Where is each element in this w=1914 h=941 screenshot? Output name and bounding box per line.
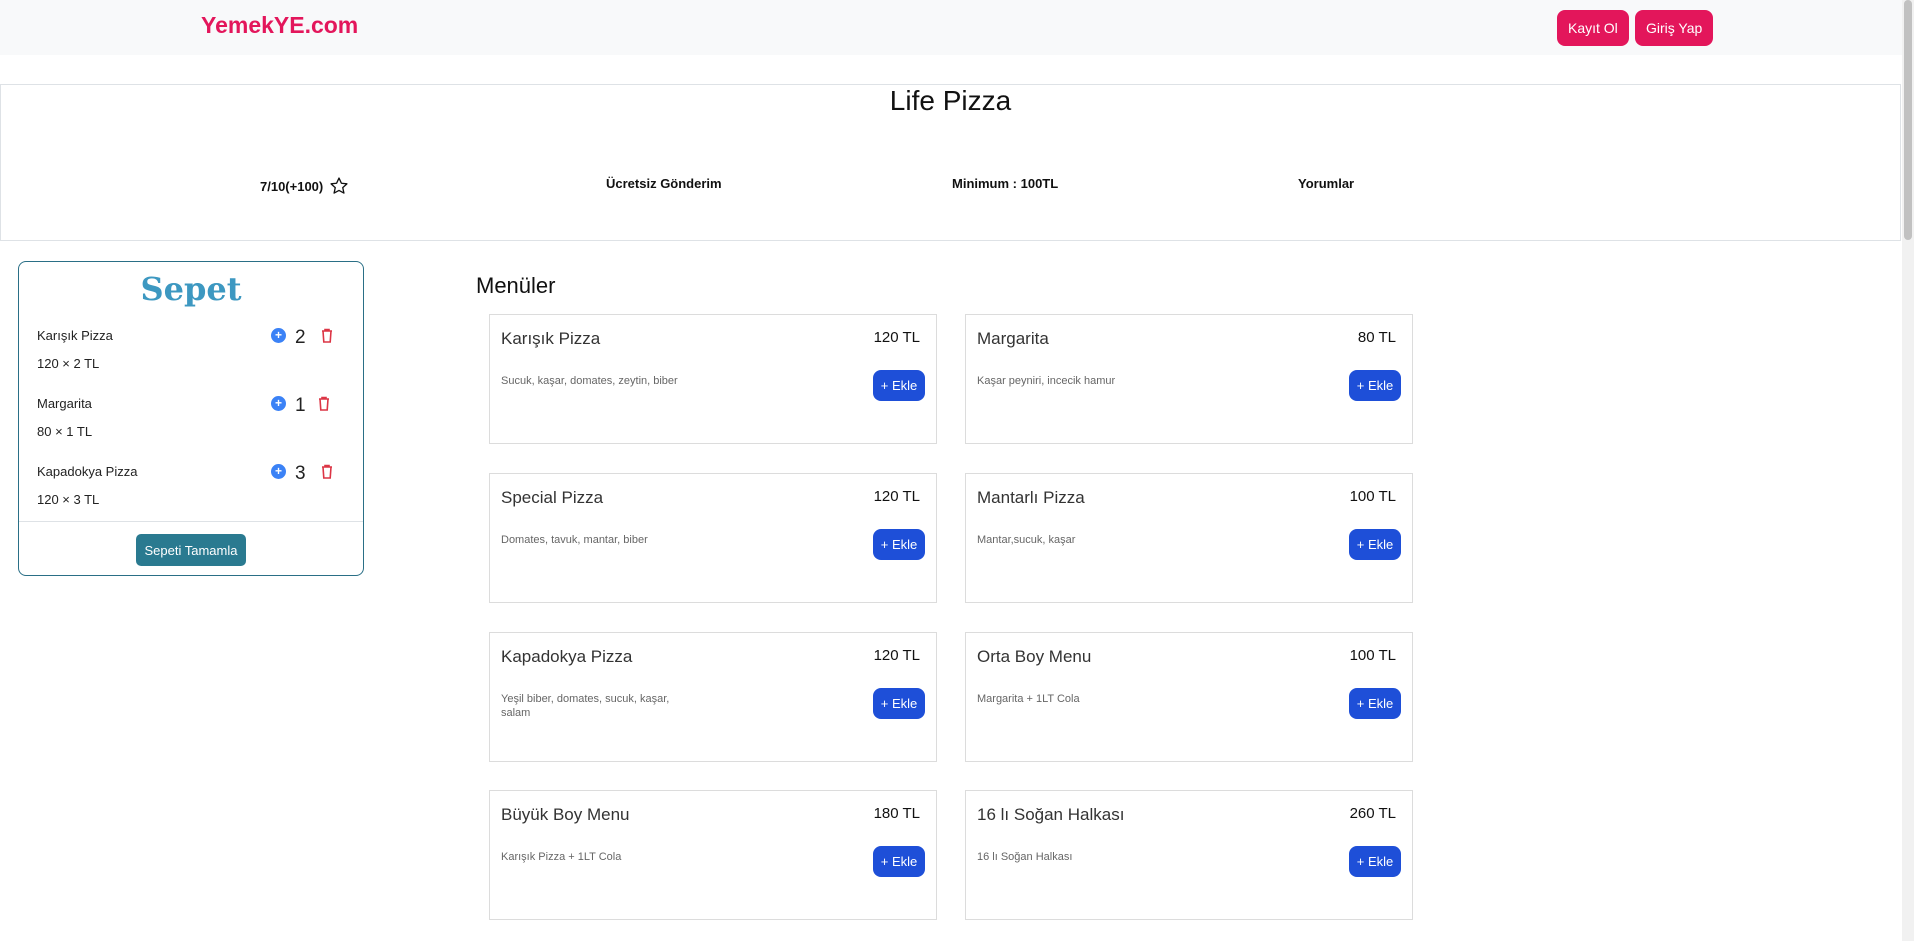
menu-item-card: Special Pizza 120 TL Domates, tavuk, man… — [489, 473, 937, 603]
cart-item-quantity: 2 — [295, 327, 306, 348]
menu-item-description: Kaşar peyniri, incecik hamur — [977, 375, 1116, 387]
menu-item-card: Büyük Boy Menu 180 TL Karışık Pizza + 1L… — [489, 790, 937, 920]
menu-item-card: Kapadokya Pizza 120 TL Yeşil biber, doma… — [489, 632, 937, 762]
menu-item-name: Margarita — [977, 329, 1049, 348]
cart-divider — [19, 521, 363, 522]
add-to-cart-button[interactable]: + Ekle — [1349, 688, 1401, 719]
cart-item-quantity: 1 — [295, 395, 306, 416]
add-to-cart-button[interactable]: + Ekle — [1349, 846, 1401, 877]
menu-item-name: Kapadokya Pizza — [501, 647, 633, 666]
menu-item-description: Yeşil biber, domates, sucuk, kaşar, sala… — [501, 693, 670, 719]
increase-quantity-button[interactable]: + — [271, 464, 286, 479]
cart-panel: Sepet Karışık Pizza 120 × 2 TL + 2 Marga… — [18, 261, 364, 576]
menu-item-name: Mantarlı Pizza — [977, 488, 1085, 507]
checkout-button[interactable]: Sepeti Tamamla — [136, 534, 246, 566]
cart-item: Kapadokya Pizza 120 × 3 TL + 3 — [37, 463, 347, 524]
menu-item-description: 16 lı Soğan Halkası — [977, 851, 1073, 863]
menu-item-description: Sucuk, kaşar, domates, zeytin, biber — [501, 375, 678, 387]
menu-item-price: 260 TL — [1349, 805, 1396, 822]
menu-item-price: 120 TL — [873, 488, 920, 505]
cart-item-quantity: 3 — [295, 463, 306, 484]
add-to-cart-button[interactable]: + Ekle — [873, 529, 925, 560]
menu-item-card: Orta Boy Menu 100 TL Margarita + 1LT Col… — [965, 632, 1413, 762]
add-to-cart-button[interactable]: + Ekle — [1349, 529, 1401, 560]
increase-quantity-button[interactable]: + — [271, 328, 286, 343]
rating-text: 7/10(+100) — [260, 178, 324, 194]
cart-item: Karışık Pizza 120 × 2 TL + 2 — [37, 327, 347, 388]
menu-item-name: Büyük Boy Menu — [501, 805, 630, 824]
minimum-order-info: Minimum : 100TL — [952, 176, 1059, 191]
menu-item-name: Orta Boy Menu — [977, 647, 1092, 666]
menu-item-name: 16 lı Soğan Halkası — [977, 805, 1125, 824]
menu-item-card: Mantarlı Pizza 100 TL Mantar,sucuk, kaşa… — [965, 473, 1413, 603]
login-button[interactable]: Giriş Yap — [1635, 10, 1714, 46]
menu-item-card: 16 lı Soğan Halkası 260 TL 16 lı Soğan H… — [965, 790, 1413, 920]
restaurant-name: Life Pizza — [889, 85, 1012, 116]
delivery-info: Ücretsiz Gönderim — [606, 176, 722, 191]
menu-item-name: Special Pizza — [501, 488, 604, 507]
register-button[interactable]: Kayıt Ol — [1557, 10, 1629, 46]
increase-quantity-button[interactable]: + — [271, 396, 286, 411]
menu-title: Menüler — [476, 273, 556, 298]
add-to-cart-button[interactable]: + Ekle — [873, 370, 925, 401]
menu-item-price: 100 TL — [1349, 647, 1396, 664]
cart-item-subtotal: 120 × 2 TL — [37, 356, 100, 371]
add-to-cart-button[interactable]: + Ekle — [1349, 370, 1401, 401]
cart-item-name: Karışık Pizza — [37, 328, 113, 343]
menu-item-price: 120 TL — [873, 329, 920, 346]
menu-item-description: Margarita + 1LT Cola — [977, 693, 1080, 705]
top-navbar: YemekYE.com Kayıt Ol Giriş Yap — [0, 0, 1902, 55]
reviews-link[interactable]: Yorumlar — [1298, 176, 1354, 191]
restaurant-header: Life Pizza 7/10(+100) Ücretsiz Gönderim … — [0, 84, 1901, 241]
add-to-cart-button[interactable]: + Ekle — [873, 846, 925, 877]
rating-info: 7/10(+100) — [260, 176, 349, 199]
menu-item-name: Karışık Pizza — [501, 329, 601, 348]
star-icon[interactable] — [329, 176, 349, 199]
menu-item-description: Karışık Pizza + 1LT Cola — [501, 851, 622, 863]
trash-icon[interactable] — [318, 396, 330, 416]
cart-item-name: Kapadokya Pizza — [37, 464, 138, 479]
cart-title: Sepet — [140, 270, 242, 308]
menu-item-card: Margarita 80 TL Kaşar peyniri, incecik h… — [965, 314, 1413, 444]
page-scrollbar[interactable] — [1902, 0, 1914, 941]
add-to-cart-button[interactable]: + Ekle — [873, 688, 925, 719]
scrollbar-thumb[interactable] — [1904, 0, 1912, 240]
menu-item-price: 180 TL — [873, 805, 920, 822]
trash-icon[interactable] — [321, 464, 333, 484]
cart-item: Margarita 80 × 1 TL + 1 — [37, 395, 347, 456]
trash-icon[interactable] — [321, 328, 333, 348]
menu-item-price: 80 TL — [1357, 329, 1396, 346]
cart-item-name: Margarita — [37, 396, 92, 411]
menu-item-description: Mantar,sucuk, kaşar — [977, 534, 1076, 546]
menu-item-price: 120 TL — [873, 647, 920, 664]
menu-item-price: 100 TL — [1349, 488, 1396, 505]
cart-item-subtotal: 120 × 3 TL — [37, 492, 100, 507]
menu-item-description: Domates, tavuk, mantar, biber — [501, 534, 648, 546]
cart-item-subtotal: 80 × 1 TL — [37, 424, 93, 439]
brand-logo[interactable]: YemekYE.com — [201, 12, 358, 39]
menu-item-card: Karışık Pizza 120 TL Sucuk, kaşar, domat… — [489, 314, 937, 444]
